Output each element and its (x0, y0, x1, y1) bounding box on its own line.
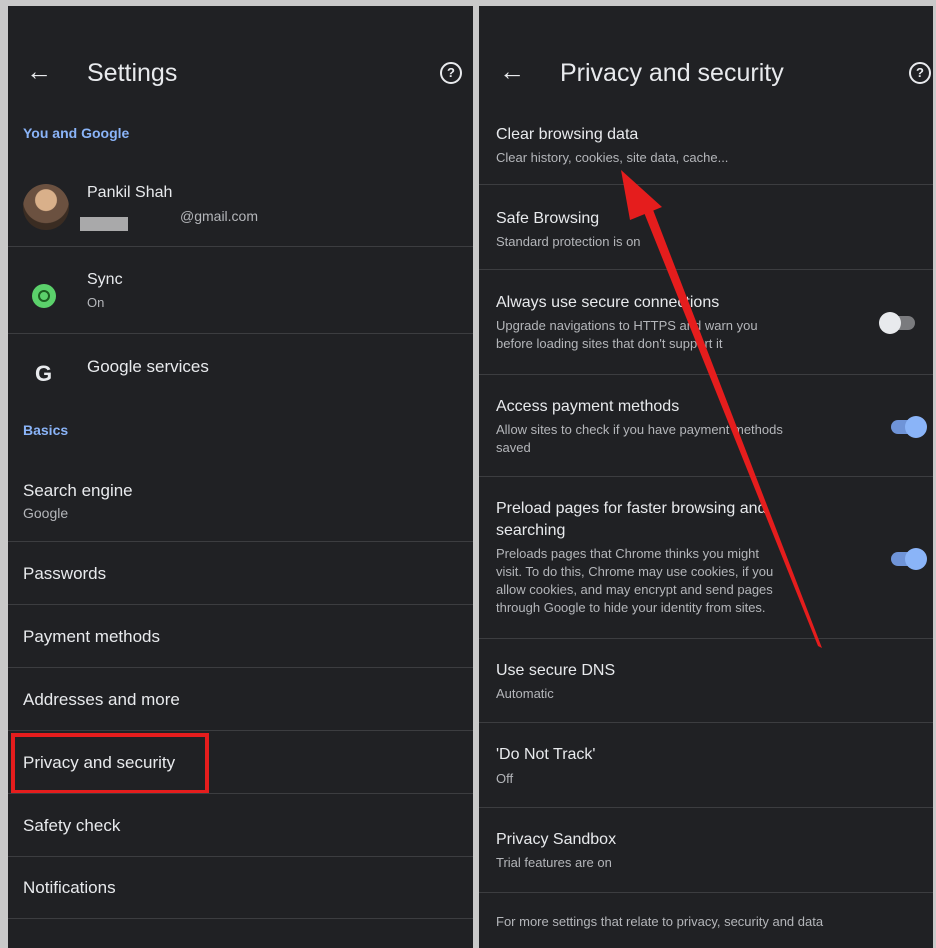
payment-methods-toggle[interactable] (887, 416, 927, 438)
help-icon[interactable]: ? (909, 62, 931, 84)
account-name: Pankil Shah (87, 184, 173, 201)
section-you-and-google: You and Google (23, 125, 130, 141)
sync-label: Sync (87, 271, 123, 288)
settings-header: ← Settings ? (8, 6, 473, 126)
preload-pages-sub: through Google to hide your identity fro… (496, 600, 766, 615)
back-arrow-icon[interactable]: ← (499, 58, 525, 84)
settings-item-label: Addresses and more (23, 690, 180, 709)
account-email: @gmail.com (180, 208, 259, 224)
page-title: Settings (87, 59, 178, 87)
payment-methods-label: Access payment methods (496, 398, 680, 415)
preload-pages-sub: visit. To do this, Chrome may use cookie… (496, 564, 774, 579)
search-engine-value: Google (23, 505, 69, 521)
preload-pages-toggle[interactable] (887, 548, 927, 570)
preload-pages-sub: Preloads pages that Chrome thinks you mi… (496, 546, 760, 561)
secure-dns-label: Use secure DNS (496, 662, 616, 679)
privacy-sandbox-sub: Trial features are on (496, 855, 612, 870)
clear-browsing-data-label: Clear browsing data (496, 126, 639, 143)
google-services-label: Google services (87, 357, 209, 376)
annotation-highlight-box (11, 733, 209, 794)
privacy-panel: ← Privacy and security ? Clear browsing … (479, 6, 933, 948)
help-icon[interactable]: ? (440, 62, 462, 84)
clear-browsing-data-sub: Clear history, cookies, site data, cache… (496, 150, 729, 165)
footer-text: For more settings that relate to privacy… (496, 914, 824, 929)
search-engine-label: Search engine (23, 481, 133, 500)
secure-connections-toggle[interactable] (879, 312, 919, 334)
sync-icon (32, 284, 56, 308)
secure-dns-sub: Automatic (496, 686, 554, 701)
preload-pages-label: Preload pages for faster browsing and (496, 500, 767, 517)
payment-methods-sub: Allow sites to check if you have payment… (496, 422, 783, 437)
settings-item-label: Payment methods (23, 627, 161, 646)
back-arrow-icon[interactable]: ← (26, 58, 52, 84)
secure-connections-sub: Upgrade navigations to HTTPS and warn yo… (496, 318, 758, 333)
preload-pages-sub: allow cookies, and may encrypt and send … (496, 582, 773, 597)
settings-item-label: Passwords (23, 564, 107, 583)
safe-browsing-label: Safe Browsing (496, 210, 600, 227)
page-title: Privacy and security (560, 59, 784, 87)
privacy-sandbox-label: Privacy Sandbox (496, 831, 617, 848)
settings-item-label: Notifications (23, 878, 116, 897)
settings-item-label: Safety check (23, 816, 121, 835)
google-g-icon: G (35, 361, 53, 386)
do-not-track-sub: Off (496, 771, 514, 786)
settings-panel: ← Settings ? You and Google Pankil Shah … (8, 6, 473, 948)
payment-methods-sub: saved (496, 440, 531, 455)
do-not-track-label: 'Do Not Track' (496, 746, 596, 763)
secure-connections-label: Always use secure connections (496, 294, 720, 311)
secure-connections-sub: before loading sites that don't support … (496, 336, 723, 351)
privacy-header: ← Privacy and security ? (479, 6, 933, 126)
section-basics: Basics (23, 422, 69, 438)
safe-browsing-sub: Standard protection is on (496, 234, 641, 249)
sync-status: On (87, 295, 105, 310)
redacted-email-block (80, 217, 128, 231)
preload-pages-label: searching (496, 522, 566, 539)
avatar (23, 184, 69, 230)
